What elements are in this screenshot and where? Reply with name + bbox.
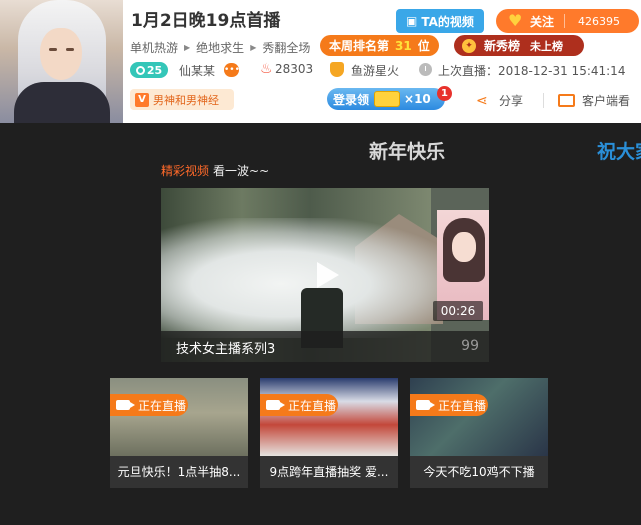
new-star-icon: ✦ <box>462 38 476 53</box>
video-section-header: 精彩视频 看一波~~ <box>161 162 269 179</box>
rank-number: 31 <box>395 38 412 53</box>
streamer-tag[interactable]: V 男神和男神经 <box>130 89 234 110</box>
avatar-robe <box>14 82 110 123</box>
ta-video-label: TA的视频 <box>421 14 474 29</box>
follow-button[interactable]: ♥ 关注 426395 <box>496 9 639 33</box>
card-caption: 9点跨年直播抽奖 爱... <box>260 456 398 488</box>
follow-divider <box>564 14 566 28</box>
featured-video[interactable]: 00:26 技术女主播系列3 99 <box>161 188 489 362</box>
live-badge: 正在直播 <box>110 394 188 416</box>
room-header: 1月2日晚19点首播 ▣ TA的视频 ♥ 关注 426395 单机热游 ▶ 绝地… <box>0 0 641 123</box>
heart-icon: ♥ <box>508 11 523 30</box>
video-view-count: 99 <box>461 338 479 354</box>
avatar-face <box>40 28 82 80</box>
camera-icon <box>266 400 285 410</box>
streamer-name[interactable]: 仙某某 <box>179 62 215 79</box>
monitor-icon <box>558 94 575 107</box>
share-button[interactable]: ⋖ 分享 <box>476 92 523 109</box>
camera-icon <box>116 400 135 410</box>
chat-icon[interactable]: ••• <box>224 63 240 77</box>
live-label: 正在直播 <box>138 398 187 413</box>
login-count: ×10 <box>404 92 431 106</box>
room-title: 1月2日晚19点首播 <box>131 11 281 31</box>
card-caption: 今天不吃10鸡不下播 <box>410 456 548 488</box>
rank-prefix: 本周排名第 <box>329 39 390 53</box>
streamer-avatar[interactable] <box>0 0 123 123</box>
follower-count: 426395 <box>578 14 621 28</box>
last-live-time: 上次直播：2018-12-31 15:41:14 <box>438 64 626 78</box>
card-thumbnail <box>410 378 548 456</box>
live-badge: 正在直播 <box>410 394 488 416</box>
rank-suffix: 位 <box>417 39 430 53</box>
gift-icon <box>374 91 401 107</box>
main-heading: 新年快乐 <box>369 141 446 163</box>
avatar-eye <box>49 48 57 51</box>
breadcrumb-item[interactable]: 秀翻全场 <box>262 39 310 56</box>
chevron-right-icon: ▶ <box>250 43 257 52</box>
v-icon: V <box>135 92 149 107</box>
new-star-status: 未上榜 <box>530 39 564 53</box>
chevron-right-icon: ▶ <box>184 43 191 52</box>
live-badge: 正在直播 <box>260 394 338 416</box>
play-icon[interactable] <box>307 258 341 292</box>
login-reward-button[interactable]: 登录领 ×10 <box>327 88 445 110</box>
live-card[interactable]: 正在直播 今天不吃10鸡不下播 <box>410 378 548 488</box>
card-caption: 元旦快乐！1点半抽8... <box>110 456 248 488</box>
login-label: 登录领 <box>333 92 370 107</box>
tag-label: 男神和男神经 <box>153 93 219 107</box>
weekly-rank-badge[interactable]: 本周排名第 31 位 <box>320 35 439 56</box>
share-icon: ⋖ <box>476 92 488 109</box>
highlight-label: 精彩视频 <box>161 164 210 178</box>
share-label: 分享 <box>499 94 524 108</box>
facecam-face <box>452 232 476 262</box>
live-label: 正在直播 <box>438 398 487 413</box>
breadcrumb: 单机热游 ▶ 绝地求生 ▶ 秀翻全场 <box>130 39 310 56</box>
fire-icon: ♨ <box>260 61 273 77</box>
new-star-badge[interactable]: ✦ 新秀榜 未上榜 <box>454 35 584 56</box>
heat-count: 28303 <box>275 62 314 76</box>
camera-icon <box>416 400 435 410</box>
notification-badge: 1 <box>437 86 452 101</box>
ta-video-button[interactable]: ▣ TA的视频 <box>396 9 484 33</box>
level-icon <box>135 65 145 75</box>
live-label: 正在直播 <box>288 398 337 413</box>
guild-name[interactable]: 鱼游星火 <box>351 62 399 79</box>
clock-icon <box>419 63 432 76</box>
breadcrumb-item[interactable]: 绝地求生 <box>196 39 244 56</box>
live-card[interactable]: 正在直播 元旦快乐！1点半抽8... <box>110 378 248 488</box>
breadcrumb-item[interactable]: 单机热游 <box>130 39 178 56</box>
card-thumbnail <box>260 378 398 456</box>
guild-icon <box>330 62 344 77</box>
highlight-sublabel: 看一波~~ <box>213 164 270 178</box>
video-title[interactable]: 技术女主播系列3 <box>176 338 275 357</box>
new-star-label: 新秀榜 <box>484 39 521 53</box>
level-badge: 25 <box>130 62 168 78</box>
follow-label: 关注 <box>530 14 555 29</box>
client-button[interactable]: 客户端看 <box>558 92 630 109</box>
video-duration: 00:26 <box>433 301 483 321</box>
live-card[interactable]: 正在直播 9点跨年直播抽奖 爱... <box>260 378 398 488</box>
level-number: 25 <box>146 63 163 77</box>
divider <box>543 93 544 108</box>
side-heading: 祝大家 <box>597 141 641 163</box>
card-thumbnail <box>110 378 248 456</box>
client-label: 客户端看 <box>582 94 631 108</box>
avatar-eye <box>66 48 74 51</box>
film-icon: ▣ <box>406 14 418 28</box>
